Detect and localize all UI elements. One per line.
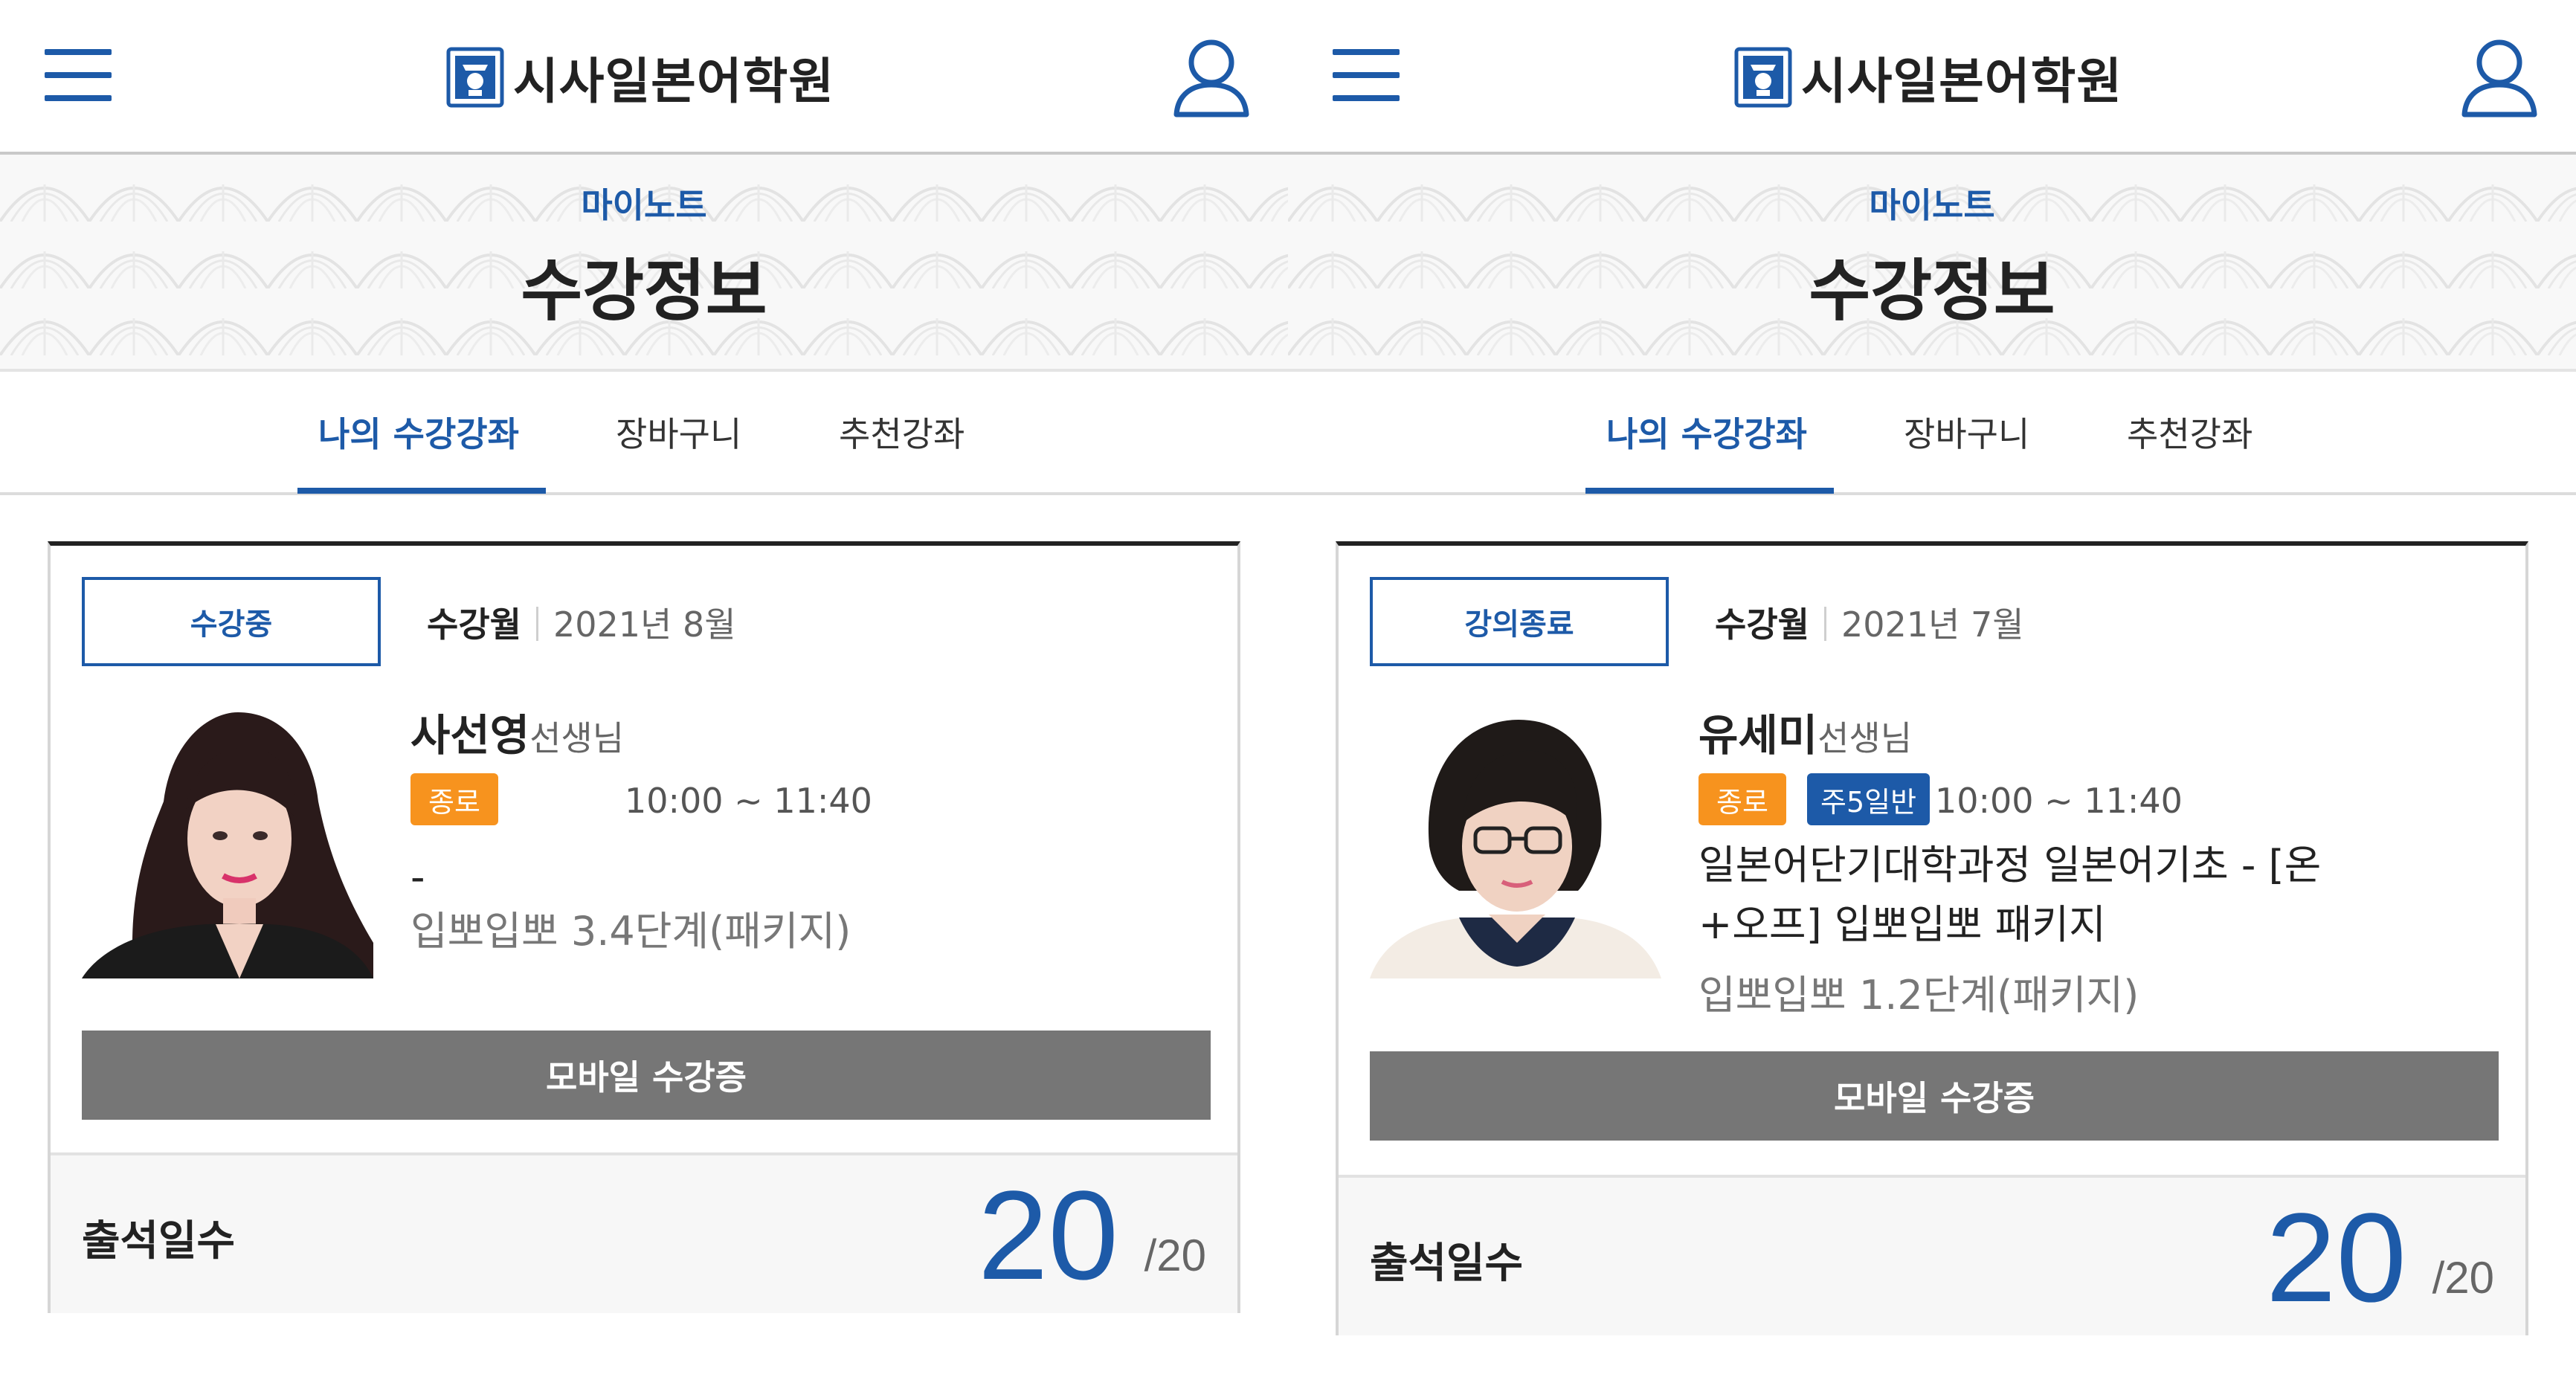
tab-recommended[interactable]: 추천강좌: [2127, 407, 2253, 457]
month-label: 수강월: [427, 604, 521, 645]
page-banner: 마이노트 수강정보: [0, 155, 1288, 372]
banner-subtitle: 마이노트: [581, 185, 707, 225]
class-time: 10:00 ~ 11:40: [1935, 781, 2183, 821]
tab-my-courses[interactable]: 나의 수강강좌: [1606, 407, 1807, 457]
tab-bar: 나의 수강강좌 장바구니 추천강좌: [1288, 372, 2576, 495]
banner-subtitle: 마이노트: [1869, 185, 1995, 225]
status-badge: 수강중: [82, 577, 381, 666]
logo-text: 시사일본어학원: [513, 53, 835, 110]
course-package: 입뽀입뽀 1.2단계(패키지): [1698, 972, 2139, 1019]
active-tab-indicator: [1585, 488, 1834, 494]
tab-cart[interactable]: 장바구니: [1904, 407, 2029, 457]
page-banner: 마이노트 수강정보: [1288, 155, 2576, 372]
class-type-tag: 주5일반: [1807, 773, 1931, 825]
class-time: 10:00 ~ 11:40: [625, 781, 872, 821]
course-month: 수강월 2021년 8월: [427, 598, 736, 647]
panel-left: 시사일본어학원 마이노트 수강정보 나의 수강강좌 장바구니 추천강좌 수강중 …: [0, 0, 1288, 1377]
page-title: 수강정보: [521, 252, 767, 330]
active-tab-indicator: [297, 488, 546, 494]
month-label: 수강월: [1715, 604, 1809, 645]
course-description-line2: +오프] 입뽀입뽀 패키지: [1698, 901, 2106, 948]
month-value: 2021년 8월: [553, 604, 736, 645]
page-title: 수강정보: [1809, 252, 2055, 330]
hamburger-icon[interactable]: [1333, 46, 1400, 104]
course-package: 입뽀입뽀 3.4단계(패키지): [410, 908, 851, 955]
location-tag: 종로: [410, 773, 498, 825]
teacher-name: 유세미선생님: [1698, 710, 1913, 761]
logo-text: 시사일본어학원: [1801, 53, 2123, 110]
month-value: 2021년 7월: [1841, 604, 2024, 645]
top-bar: 시사일본어학원: [1288, 0, 2576, 155]
attendance-total: /20: [2432, 1253, 2494, 1303]
course-card: 수강중 수강월 2021년 8월 사선영선생님 종로 10:00 ~ 11:40 …: [48, 541, 1240, 1313]
teacher-photo: [82, 697, 373, 978]
status-badge: 강의종료: [1370, 577, 1669, 666]
attendance-row: 출석일수 20 /20: [51, 1152, 1237, 1313]
user-icon[interactable]: [2459, 36, 2540, 119]
attendance-label: 출석일수: [1370, 1239, 1524, 1288]
logo-emblem-icon: [1734, 47, 1792, 108]
tab-bar: 나의 수강강좌 장바구니 추천강좌: [0, 372, 1288, 495]
teacher-photo: [1370, 697, 1661, 978]
attendance-count: 20: [2265, 1187, 2406, 1329]
attendance-count: 20: [977, 1165, 1118, 1306]
logo-emblem-icon: [446, 47, 504, 108]
attendance-row: 출석일수 20 /20: [1339, 1175, 2525, 1335]
course-description-line1: 일본어단기대학과정 일본어기초 - [온: [1698, 842, 2322, 889]
course-month: 수강월 2021년 7월: [1715, 598, 2024, 647]
location-tag: 종로: [1698, 773, 1786, 825]
panel-right: 시사일본어학원 마이노트 수강정보 나의 수강강좌 장바구니 추천강좌 강의종료…: [1288, 0, 2576, 1377]
tab-cart[interactable]: 장바구니: [616, 407, 741, 457]
tab-recommended[interactable]: 추천강좌: [839, 407, 965, 457]
tab-my-courses[interactable]: 나의 수강강좌: [318, 407, 519, 457]
logo[interactable]: 시사일본어학원: [446, 40, 834, 115]
teacher-name: 사선영선생님: [410, 710, 625, 761]
mobile-pass-button[interactable]: 모바일 수강증: [1370, 1051, 2499, 1141]
course-card: 강의종료 수강월 2021년 7월 유세미선생님 종로 주5일반 10:00 ~ …: [1336, 541, 2528, 1335]
user-icon[interactable]: [1171, 36, 1252, 119]
mobile-pass-button[interactable]: 모바일 수강증: [82, 1031, 1211, 1120]
hamburger-icon[interactable]: [45, 46, 112, 104]
attendance-label: 출석일수: [82, 1217, 236, 1265]
attendance-total: /20: [1144, 1231, 1206, 1280]
top-bar: 시사일본어학원: [0, 0, 1288, 155]
logo[interactable]: 시사일본어학원: [1734, 40, 2122, 115]
